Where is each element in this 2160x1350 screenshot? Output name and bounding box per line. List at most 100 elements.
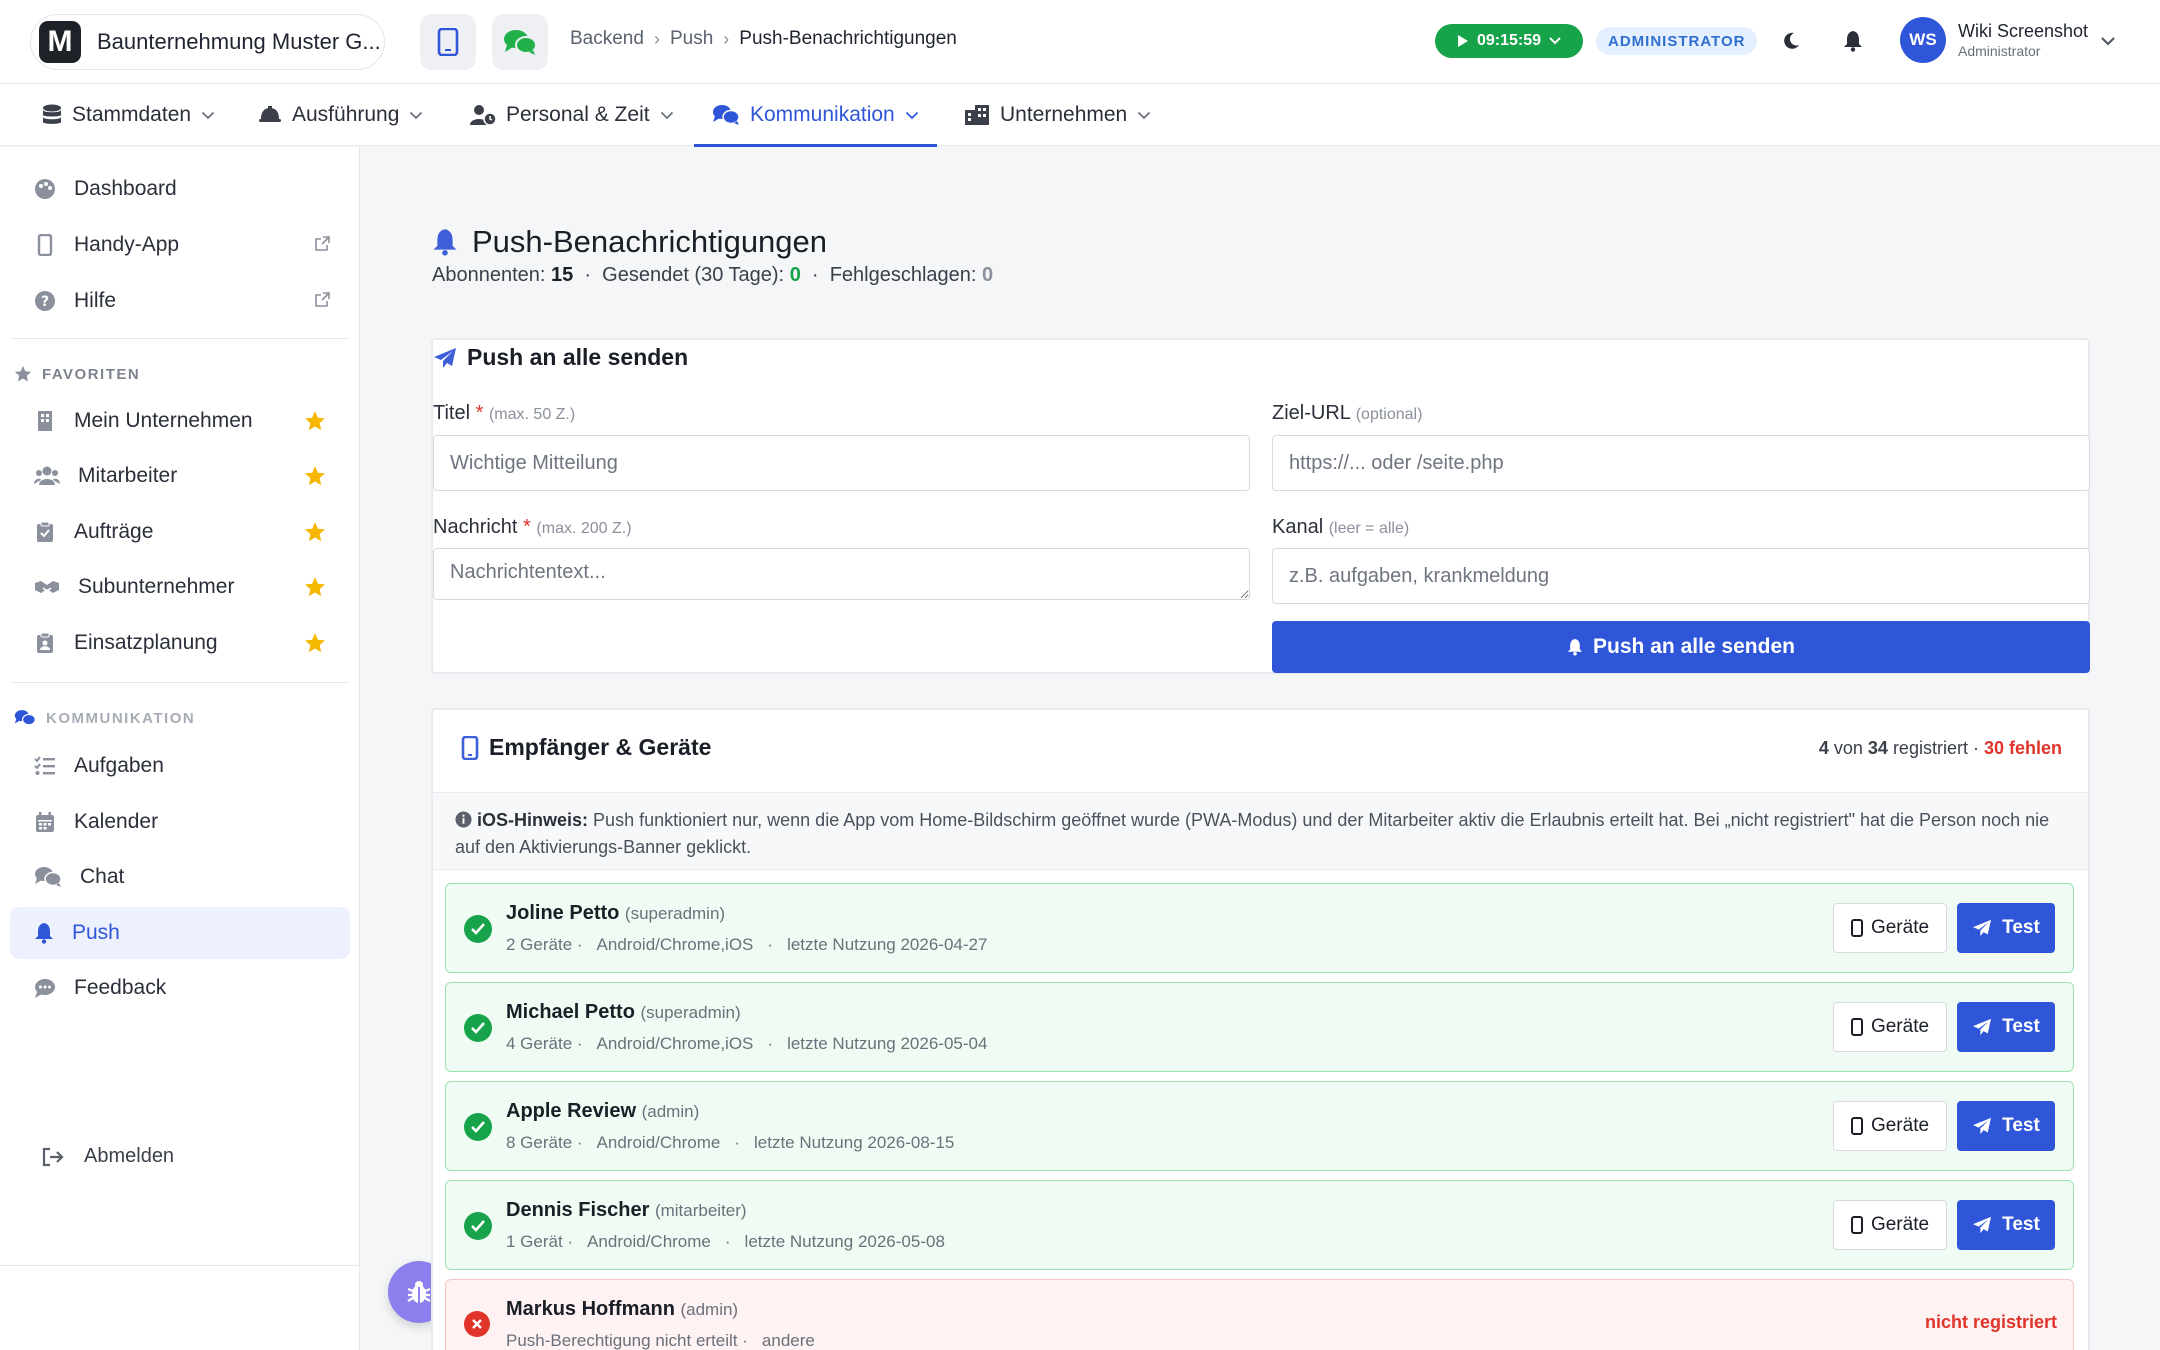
recipient-meta: 1 Gerät · Android/Chrome · letzte Nutzung 2…	[506, 1232, 945, 1251]
calendar-icon	[36, 812, 54, 832]
sidebar-item-mein-unternehmen[interactable]: Mein Unternehmen	[10, 395, 350, 447]
check-circle-icon	[464, 1113, 492, 1141]
sidebar-item-mitarbeiter[interactable]: Mitarbeiter	[10, 450, 350, 502]
sidebar-item-subunternehmer[interactable]: Subunternehmer	[10, 561, 350, 613]
sidebar-item-kalender[interactable]: Kalender	[10, 796, 350, 848]
sidebar-item-label: Einsatzplanung	[74, 631, 218, 654]
star-icon[interactable]	[304, 465, 326, 487]
nav-label: Unternehmen	[1000, 103, 1128, 126]
role-badge: ADMINISTRATOR	[1596, 27, 1758, 55]
nav-kommunikation[interactable]: Kommunikation	[694, 84, 937, 147]
sidebar-divider	[10, 682, 350, 683]
user-role: Administrator	[1958, 43, 2041, 59]
favorites-heading: FAVORITEN	[14, 365, 140, 383]
star-icon[interactable]	[304, 576, 326, 598]
chevron-down-icon	[410, 111, 423, 119]
chat-quick-button[interactable]	[492, 14, 548, 70]
check-circle-icon	[464, 1212, 492, 1240]
list-check-icon	[34, 756, 55, 775]
x-circle-icon	[464, 1311, 490, 1337]
title-input[interactable]	[433, 435, 1250, 491]
nav-personal-zeit[interactable]: Personal & Zeit	[470, 84, 674, 146]
sidebar-item-chat[interactable]: Chat	[10, 851, 350, 903]
helmet-icon	[259, 106, 281, 122]
clipboard-user-icon	[37, 632, 53, 653]
devices-button[interactable]: Geräte	[1833, 1200, 1947, 1250]
comments-icon	[504, 30, 537, 55]
users-icon	[34, 466, 60, 485]
title-label: Titel * (max. 50 Z.)	[433, 402, 576, 424]
recipients-title: Empfänger & Geräte	[461, 734, 711, 761]
avatar[interactable]: WS	[1900, 17, 1946, 63]
check-circle-icon	[464, 915, 492, 943]
svg-text:?: ?	[41, 294, 49, 310]
top-bar: M Baunternehmung Muster G... Backend › P…	[0, 0, 2160, 84]
star-icon[interactable]	[304, 632, 326, 654]
help-icon: ?	[35, 291, 55, 311]
devices-button[interactable]: Geräte	[1833, 1002, 1947, 1052]
star-icon[interactable]	[304, 410, 326, 432]
recipient-row: Joline Petto (superadmin) 2 Geräte · Andr…	[445, 883, 2074, 973]
info-icon	[455, 811, 472, 828]
message-textarea[interactable]	[433, 548, 1250, 600]
sidebar-divider	[0, 1265, 360, 1266]
test-button[interactable]: Test	[1957, 1200, 2055, 1250]
sidebar-item-einsatzplanung[interactable]: Einsatzplanung	[10, 617, 350, 669]
user-name[interactable]: Wiki Screenshot	[1958, 21, 2088, 42]
external-link-icon	[315, 292, 330, 307]
company-name: Baunternehmung Muster G...	[97, 29, 381, 54]
recipient-row: Michael Petto (superadmin) 4 Geräte · And…	[445, 982, 2074, 1072]
recipients-card: Empfänger & Geräte 4 von 34 registriert …	[431, 708, 2090, 1350]
test-button[interactable]: Test	[1957, 903, 2055, 953]
devices-button[interactable]: Geräte	[1833, 903, 1947, 953]
user-menu-chevron[interactable]	[2100, 33, 2116, 51]
sidebar-item-aufgaben[interactable]: Aufgaben	[10, 740, 350, 792]
send-to-all-button[interactable]: Push an alle senden	[1272, 621, 2090, 673]
test-button[interactable]: Test	[1957, 1002, 2055, 1052]
sidebar-item-hilfe[interactable]: ? Hilfe	[10, 275, 350, 327]
phone-icon	[461, 735, 479, 760]
sidebar-item-push[interactable]: Push	[10, 907, 350, 959]
dark-mode-toggle[interactable]	[1776, 26, 1806, 56]
building-icon	[965, 105, 989, 125]
nav-unternehmen[interactable]: Unternehmen	[964, 84, 1151, 146]
external-link-icon	[315, 236, 330, 251]
breadcrumb-backend[interactable]: Backend	[570, 28, 644, 50]
sidebar-item-auftraege[interactable]: Aufträge	[10, 506, 350, 558]
notifications-button[interactable]	[1838, 26, 1868, 56]
page-title-text: Push-Benachrichtigungen	[472, 224, 828, 259]
paper-plane-icon	[434, 347, 456, 368]
chevron-down-icon	[2101, 37, 2115, 46]
sidebar-item-label: Chat	[80, 865, 125, 888]
bell-icon	[433, 229, 457, 256]
url-input[interactable]	[1272, 435, 2090, 491]
bug-icon	[407, 1281, 431, 1303]
sidebar-item-label: Mitarbeiter	[78, 464, 178, 487]
breadcrumb-push[interactable]: Push	[670, 28, 713, 50]
sent-count: 0	[789, 264, 801, 286]
phone-icon	[1850, 1216, 1863, 1234]
test-button[interactable]: Test	[1957, 1101, 2055, 1151]
recipient-row: Dennis Fischer (mitarbeiter) 1 Gerät · An…	[445, 1180, 2074, 1270]
time-tracker-button[interactable]: 09:15:59	[1435, 24, 1583, 58]
phone-icon	[437, 28, 459, 56]
recipient-row: Apple Review (admin) 8 Geräte · Android/C…	[445, 1081, 2074, 1171]
channel-input[interactable]	[1272, 548, 2090, 604]
recipient-name: Joline Petto (superadmin)	[506, 902, 726, 924]
nav-label: Personal & Zeit	[506, 103, 650, 126]
handshake-icon	[35, 581, 59, 593]
sidebar-item-handy-app[interactable]: Handy-App	[10, 219, 350, 271]
nav-ausfuehrung[interactable]: Ausführung	[258, 84, 423, 146]
devices-button[interactable]: Geräte	[1833, 1101, 1947, 1151]
kommunikation-heading: KOMMUNIKATION	[14, 709, 195, 727]
nav-stammdaten[interactable]: Stammdaten	[42, 84, 215, 146]
company-switcher[interactable]: M Baunternehmung Muster G...	[30, 14, 385, 70]
sidebar-item-feedback[interactable]: Feedback	[10, 962, 350, 1014]
comments-icon	[713, 105, 740, 125]
paper-plane-icon	[1973, 1117, 1992, 1135]
star-icon[interactable]	[304, 521, 326, 543]
mobile-app-button[interactable]	[420, 14, 476, 70]
logout-button[interactable]: Abmelden	[42, 1145, 174, 1168]
sidebar-item-dashboard[interactable]: Dashboard	[10, 163, 350, 215]
logout-icon	[42, 1147, 64, 1166]
